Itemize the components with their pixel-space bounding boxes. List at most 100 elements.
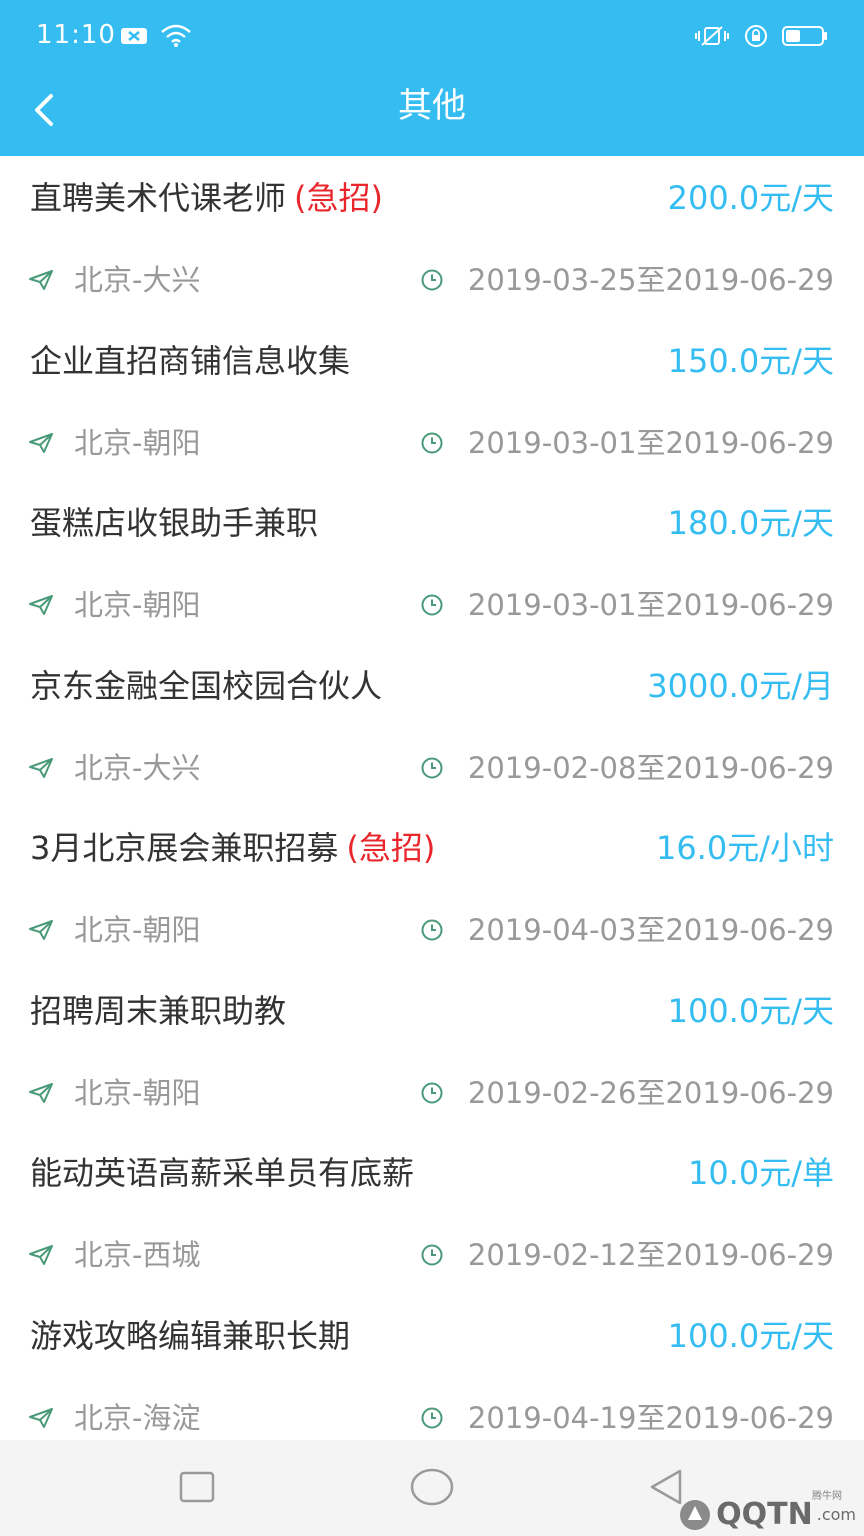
watermark-icon	[680, 1499, 711, 1530]
job-list[interactable]: 直聘美术代课老师 (急招) 200.0元/天 北京-大兴 2019-03-25至2019…	[0, 156, 864, 1440]
job-list-item[interactable]: 京东金融全国校园合伙人 3000.0元/月北京-大兴 2019-02-08至2019…	[0, 644, 864, 807]
job-title-text: 3月北京展会兼职招募	[30, 829, 339, 867]
wifi-icon	[160, 24, 192, 52]
status-right-icons	[694, 24, 828, 52]
clock-icon	[420, 1081, 456, 1105]
clock-icon	[420, 593, 456, 617]
urgent-tag: (急招)	[346, 829, 436, 867]
recent-apps-button[interactable]	[167, 1464, 227, 1514]
job-title: 招聘周末兼职助教	[30, 991, 286, 1031]
job-salary: 180.0元/天	[667, 504, 834, 542]
status-left-icons	[120, 24, 192, 52]
job-date: 2019-02-08至2019-06-29	[420, 748, 834, 788]
vibrate-icon	[694, 25, 730, 51]
job-date-text: 2019-02-26至2019-06-29	[467, 1075, 834, 1110]
job-title: 3月北京展会兼职招募 (急招)	[30, 828, 435, 868]
job-date-text: 2019-03-01至2019-06-29	[467, 425, 834, 460]
job-title-text: 京东金融全国校园合伙人	[30, 666, 383, 705]
urgent-tag: (急招)	[294, 179, 383, 217]
nav-bar: 其他	[0, 70, 864, 156]
job-date-text: 2019-03-25至2019-06-29	[467, 263, 834, 297]
clock-icon	[420, 431, 456, 455]
job-list-item[interactable]: 3月北京展会兼职招募 (急招) 16.0元/小时北京-朝阳 2019-04-03至20…	[0, 806, 864, 969]
battery-icon	[782, 25, 828, 51]
status-bar: 11:10	[0, 0, 864, 70]
job-list-item[interactable]: 企业直招商铺信息收集 150.0元/天北京-朝阳 2019-03-01至2019-0…	[0, 319, 864, 482]
job-location: 北京-大兴	[28, 748, 200, 788]
paper-plane-icon	[28, 1407, 64, 1429]
job-list-item[interactable]: 蛋糕店收银助手兼职 180.0元/天北京-朝阳 2019-03-01至2019-06…	[0, 481, 864, 644]
job-date: 2019-03-25至2019-06-29	[420, 260, 834, 300]
paper-plane-icon	[28, 432, 64, 454]
job-date: 2019-04-03至2019-06-29	[420, 910, 834, 950]
job-list-item[interactable]: 招聘周末兼职助教 100.0元/天北京-朝阳 2019-02-26至2019-06-…	[0, 969, 864, 1132]
job-location-text: 北京-朝阳	[74, 588, 201, 622]
job-date-text: 2019-03-01至2019-06-29	[467, 588, 834, 622]
job-date: 2019-03-01至2019-06-29	[420, 585, 834, 625]
job-title: 直聘美术代课老师 (急招)	[30, 178, 383, 218]
system-nav-bar: QQTN .com 腾牛网	[0, 1440, 864, 1536]
job-location: 北京-海淀	[28, 1398, 200, 1438]
job-salary: 16.0元/小时	[655, 829, 834, 867]
page-title: 其他	[398, 86, 466, 126]
job-date-text: 2019-02-08至2019-06-29	[467, 750, 834, 785]
home-button[interactable]	[402, 1464, 462, 1514]
job-location-text: 北京-西城	[74, 1238, 201, 1272]
square-icon	[179, 1471, 215, 1507]
job-date-text: 2019-02-12至2019-06-29	[467, 1238, 834, 1272]
job-location: 北京-朝阳	[28, 910, 200, 950]
clock-icon	[420, 756, 456, 780]
job-date-text: 2019-04-03至2019-06-29	[467, 913, 834, 947]
job-location-text: 北京-大兴	[74, 750, 201, 785]
paper-plane-icon	[28, 1082, 64, 1104]
paper-plane-icon	[28, 919, 64, 941]
job-date: 2019-04-19至2019-06-29	[420, 1398, 834, 1438]
paper-plane-icon	[28, 594, 64, 616]
job-title-text: 直聘美术代课老师	[30, 179, 287, 217]
clock-icon	[420, 1406, 456, 1430]
job-list-item[interactable]: 直聘美术代课老师 (急招) 200.0元/天北京-大兴 2019-03-25至2019…	[0, 156, 864, 319]
job-title-text: 游戏攻略编辑兼职长期	[30, 1316, 351, 1355]
job-title: 企业直招商铺信息收集	[30, 341, 350, 381]
job-title: 蛋糕店收银助手兼职	[30, 503, 318, 543]
job-title: 能动英语高薪采单员有底薪	[30, 1153, 414, 1193]
job-title-text: 蛋糕店收银助手兼职	[30, 504, 319, 542]
job-date: 2019-02-12至2019-06-29	[420, 1235, 834, 1275]
job-location-text: 北京-朝阳	[74, 913, 201, 947]
watermark-logo: QQTN .com 腾牛网	[678, 1491, 856, 1532]
job-location: 北京-朝阳	[28, 1073, 200, 1113]
job-location-text: 北京-朝阳	[74, 1075, 201, 1110]
job-salary: 100.0元/天	[667, 1316, 834, 1355]
job-list-item[interactable]: 游戏攻略编辑兼职长期 100.0元/天北京-海淀 2019-04-19至2019-0…	[0, 1294, 864, 1441]
job-date-text: 2019-04-19至2019-06-29	[467, 1400, 834, 1435]
job-location: 北京-朝阳	[28, 585, 200, 625]
clock-icon	[420, 268, 456, 292]
paper-plane-icon	[28, 1244, 64, 1266]
clock-icon	[420, 918, 456, 942]
job-title-text: 能动英语高薪采单员有底薪	[30, 1154, 415, 1192]
job-location-text: 北京-大兴	[74, 263, 201, 297]
job-list-item[interactable]: 能动英语高薪采单员有底薪 10.0元/单北京-西城 2019-02-12至2019-…	[0, 1131, 864, 1294]
job-location-text: 北京-海淀	[74, 1400, 201, 1435]
job-location: 北京-西城	[28, 1235, 200, 1275]
job-salary: 3000.0元/月	[647, 666, 834, 705]
watermark-sub: 腾牛网	[812, 1491, 842, 1502]
circle-icon	[409, 1467, 455, 1511]
job-title-text: 企业直招商铺信息收集	[30, 341, 351, 380]
job-location: 北京-朝阳	[28, 423, 200, 463]
job-location-text: 北京-朝阳	[74, 425, 201, 460]
paper-plane-icon	[28, 269, 64, 291]
job-salary: 10.0元/单	[687, 1154, 834, 1192]
job-salary: 100.0元/天	[667, 991, 834, 1030]
job-location: 北京-大兴	[28, 260, 200, 300]
watermark-text: QQTN	[716, 1497, 813, 1532]
job-title: 游戏攻略编辑兼职长期	[30, 1316, 350, 1356]
paper-plane-icon	[28, 757, 64, 779]
status-time: 11:10	[36, 20, 116, 50]
job-salary: 150.0元/天	[667, 341, 834, 380]
job-date: 2019-03-01至2019-06-29	[420, 423, 834, 463]
job-salary: 200.0元/天	[667, 179, 834, 217]
job-title: 京东金融全国校园合伙人	[30, 666, 382, 706]
job-title-text: 招聘周末兼职助教	[30, 991, 287, 1030]
rotation-lock-icon	[744, 24, 768, 52]
